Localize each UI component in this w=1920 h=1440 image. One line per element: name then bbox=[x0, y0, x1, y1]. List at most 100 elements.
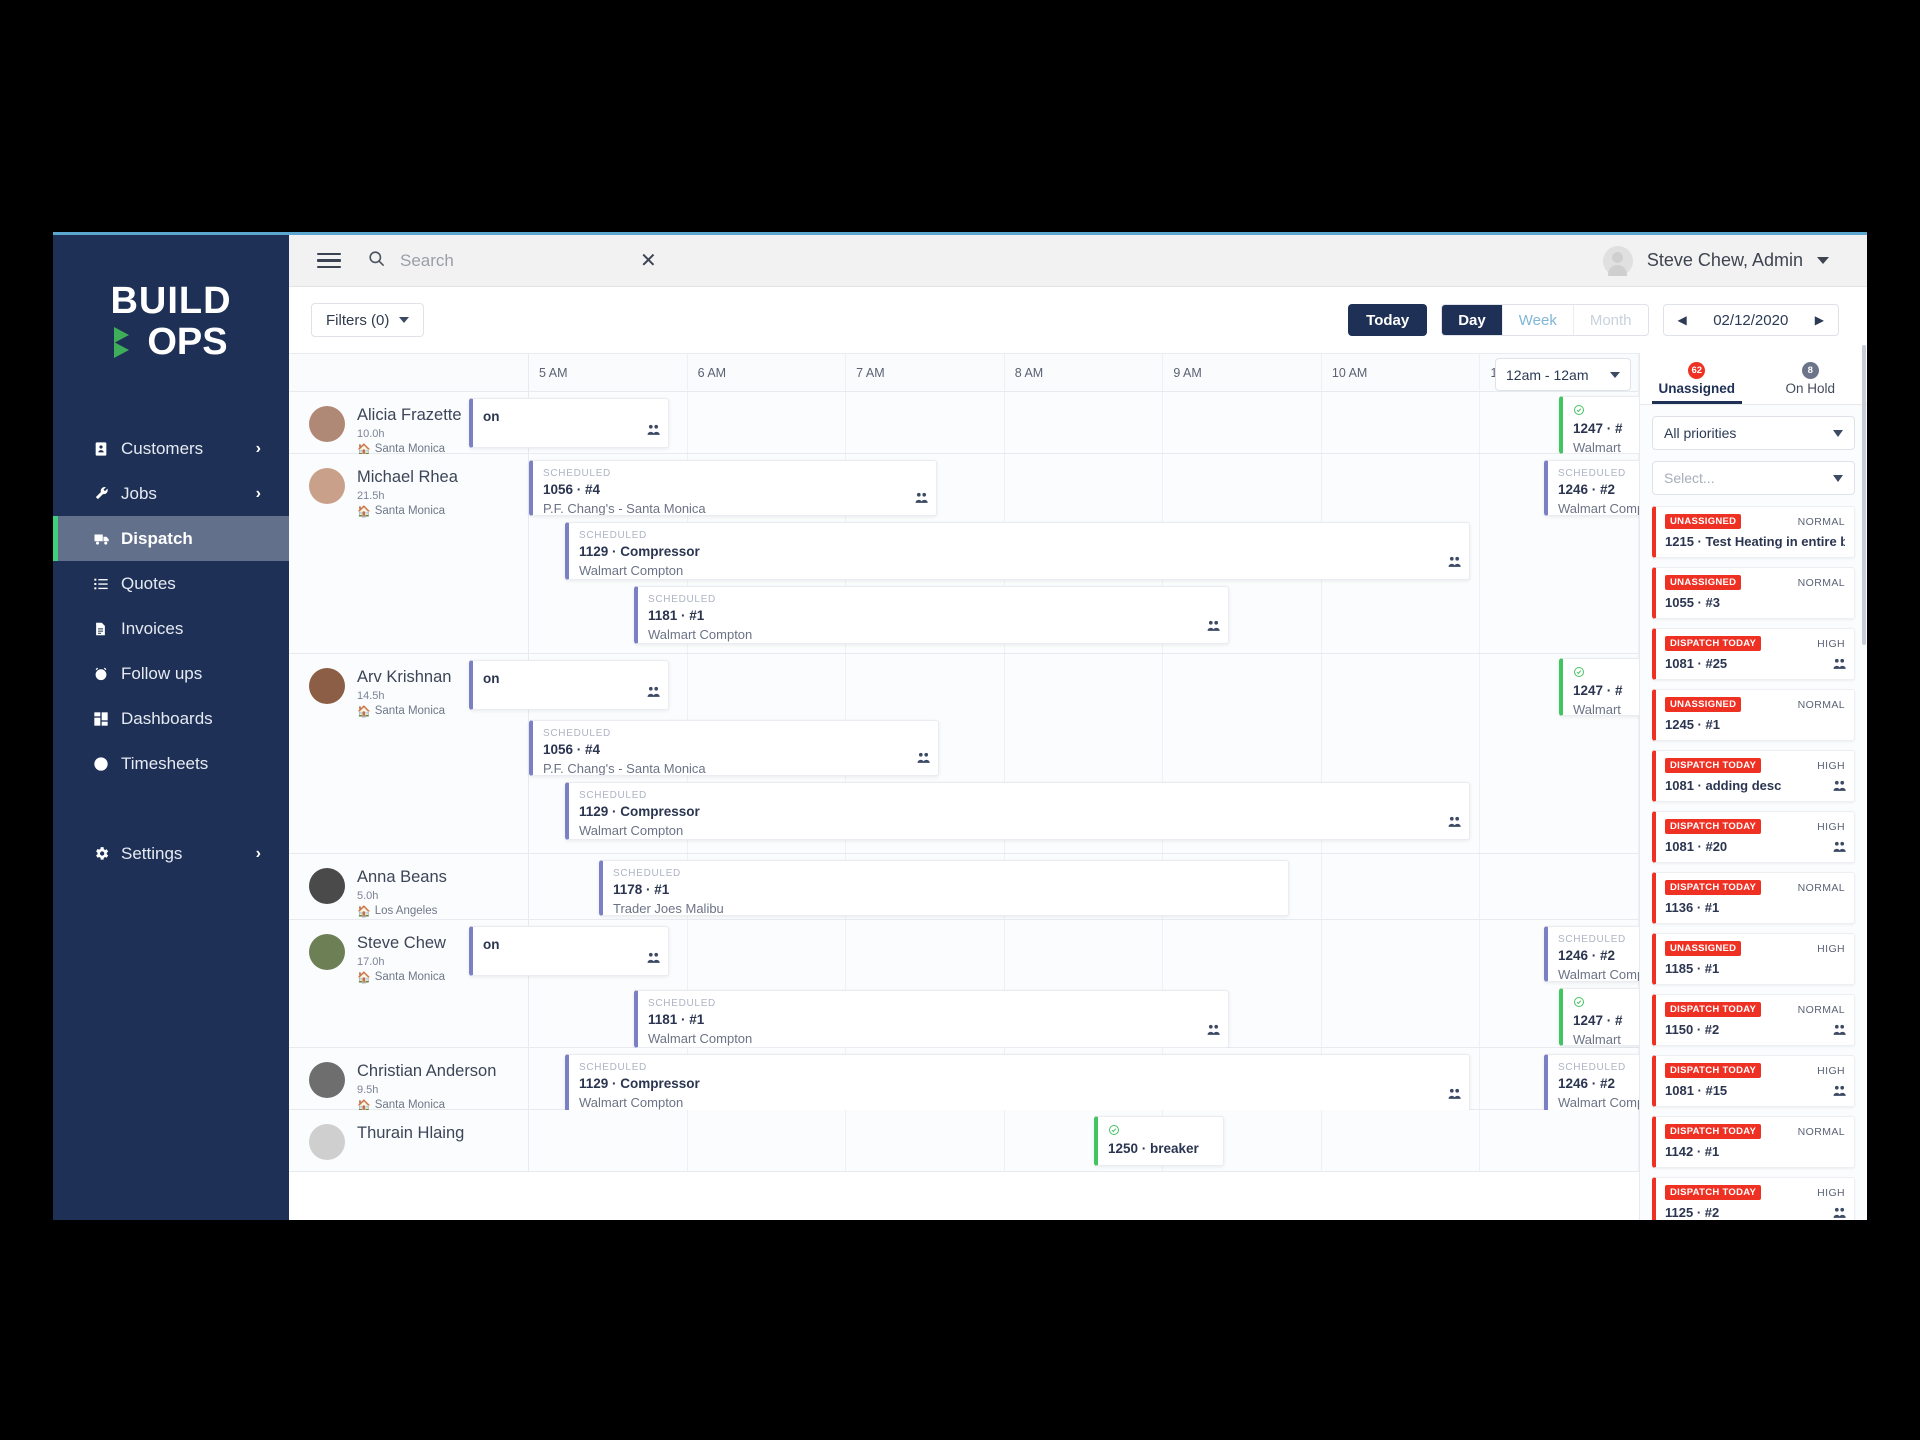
time-range-selector[interactable]: 12am - 12am bbox=[1495, 358, 1631, 391]
hamburger-menu-icon[interactable] bbox=[317, 249, 341, 273]
job-card[interactable]: on bbox=[469, 926, 669, 976]
unassigned-job-card[interactable]: UNASSIGNED HIGH 1185 · #1 bbox=[1652, 933, 1855, 985]
unassigned-job-card[interactable]: UNASSIGNED NORMAL 1055 · #3 bbox=[1652, 567, 1855, 619]
schedule-lane[interactable]: SCHEDULED 1178 · #1 Trader Joes Malibu bbox=[529, 854, 1639, 919]
job-title: 1055 · #3 bbox=[1665, 595, 1720, 610]
close-icon[interactable]: ✕ bbox=[640, 251, 657, 271]
search-input[interactable] bbox=[400, 250, 610, 271]
unassigned-job-card[interactable]: UNASSIGNED NORMAL 1215 · Test Heating in e… bbox=[1652, 506, 1855, 558]
unassigned-job-card[interactable]: DISPATCH TODAY HIGH 1081 · adding desc bbox=[1652, 750, 1855, 802]
job-title: 1246 · #2 bbox=[1558, 1076, 1616, 1091]
job-card[interactable]: 1247 · # Walmart bbox=[1559, 658, 1639, 716]
filters-button[interactable]: Filters (0) bbox=[311, 303, 425, 337]
sidebar-item-label: Quotes bbox=[121, 573, 176, 593]
sidebar-item-invoices[interactable]: Invoices bbox=[53, 606, 289, 651]
avatar bbox=[309, 668, 345, 704]
technician-hours: 21.5h bbox=[357, 489, 385, 502]
view-day-button[interactable]: Day bbox=[1442, 305, 1503, 335]
technician-location: 🏠 Los Angeles bbox=[357, 905, 438, 918]
sidebar-item-label: Customers bbox=[121, 438, 204, 458]
job-card[interactable]: SCHEDULED 1246 · #2 Walmart Compton bbox=[1544, 1054, 1639, 1112]
job-card[interactable]: SCHEDULED 1246 · #2 Walmart Compton bbox=[1544, 926, 1639, 982]
job-card[interactable]: SCHEDULED 1181 · #1 Walmart Compton bbox=[634, 990, 1229, 1048]
job-title: 1150 · #2 bbox=[1665, 1022, 1720, 1037]
today-button[interactable]: Today bbox=[1348, 304, 1428, 336]
job-title: on bbox=[483, 671, 500, 686]
home-icon: 🏠 bbox=[357, 905, 371, 918]
sidebar-item-settings[interactable]: Settings › bbox=[53, 831, 289, 876]
job-card[interactable]: on bbox=[469, 398, 669, 448]
unassigned-job-list: UNASSIGNED NORMAL 1215 · Test Heating in e… bbox=[1640, 506, 1867, 1220]
job-title: 1129 · Compressor bbox=[579, 544, 700, 559]
alarm-clock-icon bbox=[93, 666, 121, 682]
sidebar: BUILD OPS Customers › Jobs › Dispatch Quotes I… bbox=[53, 235, 289, 1220]
schedule-lane[interactable]: SCHEDULED 1129 · Compressor Walmart Compto… bbox=[529, 1048, 1639, 1112]
schedule-lane[interactable]: on 1247 · # Walmart SCHEDULED 1056 · #4 P.F. … bbox=[469, 654, 1639, 853]
technician-info[interactable]: Anna Beans 5.0h 🏠 Los Angeles bbox=[289, 854, 529, 919]
job-title: 1181 · #1 bbox=[648, 608, 705, 623]
right-panel: 62 Unassigned 8 On Hold All priorities Sele… bbox=[1639, 345, 1868, 1220]
job-status: SCHEDULED bbox=[613, 868, 681, 879]
unassigned-job-card[interactable]: UNASSIGNED NORMAL 1245 · #1 bbox=[1652, 689, 1855, 741]
unassigned-job-card[interactable]: DISPATCH TODAY HIGH 1081 · #15 bbox=[1652, 1055, 1855, 1107]
unassigned-job-card[interactable]: DISPATCH TODAY NORMAL 1136 · #1 bbox=[1652, 872, 1855, 924]
sidebar-item-dispatch[interactable]: Dispatch bbox=[53, 516, 289, 562]
technician-info[interactable]: Thurain Hlaing bbox=[289, 1110, 529, 1171]
sidebar-item-jobs[interactable]: Jobs › bbox=[53, 471, 289, 516]
priority-filter-select[interactable]: All priorities bbox=[1652, 416, 1855, 450]
sidebar-item-customers[interactable]: Customers › bbox=[53, 426, 289, 471]
technician-info[interactable]: Christian Anderson 9.5h 🏠 Santa Monica bbox=[289, 1048, 529, 1112]
sidebar-item-dashboards[interactable]: Dashboards bbox=[53, 696, 289, 741]
job-title: 1081 · adding desc bbox=[1665, 778, 1782, 793]
chevron-down-icon[interactable] bbox=[1817, 257, 1829, 264]
job-customer: P.F. Chang's - Santa Monica bbox=[543, 761, 706, 776]
secondary-select[interactable]: Select... bbox=[1652, 461, 1855, 495]
unassigned-job-card[interactable]: DISPATCH TODAY NORMAL 1150 · #2 bbox=[1652, 994, 1855, 1046]
unassigned-job-card[interactable]: DISPATCH TODAY HIGH 1125 · #2 bbox=[1652, 1177, 1855, 1220]
job-card[interactable]: 1247 · # Walmart bbox=[1559, 988, 1639, 1046]
job-card[interactable]: SCHEDULED 1246 · #2 Walmart Compton bbox=[1544, 460, 1639, 516]
job-card[interactable]: SCHEDULED 1129 · Compressor Walmart Compto… bbox=[565, 782, 1470, 840]
chevron-down-icon bbox=[1833, 474, 1843, 482]
sidebar-item-timesheets[interactable]: Timesheets bbox=[53, 741, 289, 786]
job-card[interactable]: SCHEDULED 1178 · #1 Trader Joes Malibu bbox=[599, 860, 1289, 916]
hour-label: 8 AM bbox=[1014, 366, 1044, 380]
tab-label: On Hold bbox=[1785, 380, 1836, 396]
job-card[interactable]: 1247 · # Walmart bbox=[1559, 396, 1639, 454]
job-customer: Walmart bbox=[1573, 1032, 1621, 1046]
job-card[interactable]: SCHEDULED 1181 · #1 Walmart Compton bbox=[634, 586, 1229, 644]
completed-check-icon bbox=[1573, 404, 1638, 418]
panel-scrollbar[interactable] bbox=[1862, 345, 1866, 645]
job-card[interactable]: SCHEDULED 1056 · #4 P.F. Chang's - Santa M… bbox=[529, 460, 937, 516]
job-title: on bbox=[483, 409, 500, 424]
unassigned-job-card[interactable]: DISPATCH TODAY HIGH 1081 · #25 bbox=[1652, 628, 1855, 680]
schedule-lane[interactable]: on 1247 · # Walmart bbox=[469, 392, 1639, 454]
job-card[interactable]: 1250 · breaker bbox=[1094, 1116, 1224, 1166]
schedule-lane[interactable]: SCHEDULED 1056 · #4 P.F. Chang's - Santa M… bbox=[529, 454, 1639, 653]
timeline-header: 5 AM6 AM7 AM8 AM9 AM10 AM11 AM 12am - 12… bbox=[289, 354, 1640, 392]
job-priority: NORMAL bbox=[1797, 515, 1845, 528]
schedule-lane[interactable]: 1250 · breaker bbox=[529, 1110, 1639, 1171]
view-week-button[interactable]: Week bbox=[1503, 305, 1574, 335]
job-title: 1245 · #1 bbox=[1665, 717, 1720, 732]
unassigned-job-card[interactable]: DISPATCH TODAY HIGH 1081 · #20 bbox=[1652, 811, 1855, 863]
view-month-button[interactable]: Month bbox=[1574, 305, 1648, 335]
schedule-lane[interactable]: on SCHEDULED1246 · #2Walmart Compton SCHED… bbox=[469, 920, 1639, 1048]
job-card[interactable]: SCHEDULED 1056 · #4 P.F. Chang's - Santa M… bbox=[529, 720, 939, 776]
sidebar-item-follow-ups[interactable]: Follow ups bbox=[53, 651, 289, 696]
tab-on-hold[interactable]: 8 On Hold bbox=[1754, 353, 1868, 404]
home-icon: 🏠 bbox=[357, 505, 371, 518]
sidebar-item-quotes[interactable]: Quotes bbox=[53, 561, 289, 606]
prev-date-button[interactable]: ◀ bbox=[1672, 313, 1693, 327]
next-date-button[interactable]: ▶ bbox=[1809, 313, 1830, 327]
technician-rows: Alicia Frazette 10.0h 🏠 Santa Monica on 1247 … bbox=[289, 392, 1639, 1220]
job-card[interactable]: on bbox=[469, 660, 669, 710]
unassigned-job-card[interactable]: DISPATCH TODAY NORMAL 1142 · #1 bbox=[1652, 1116, 1855, 1168]
technician-info[interactable]: Michael Rhea 21.5h 🏠 Santa Monica bbox=[289, 454, 529, 653]
job-title: 1181 · #1 bbox=[648, 1012, 705, 1027]
job-card[interactable]: SCHEDULED 1129 · Compressor Walmart Compto… bbox=[565, 522, 1470, 580]
user-menu[interactable]: Steve Chew, Admin bbox=[1602, 245, 1829, 276]
sidebar-item-label: Invoices bbox=[121, 618, 184, 638]
job-card[interactable]: SCHEDULED 1129 · Compressor Walmart Compto… bbox=[565, 1054, 1470, 1112]
tab-unassigned[interactable]: 62 Unassigned bbox=[1640, 353, 1754, 404]
